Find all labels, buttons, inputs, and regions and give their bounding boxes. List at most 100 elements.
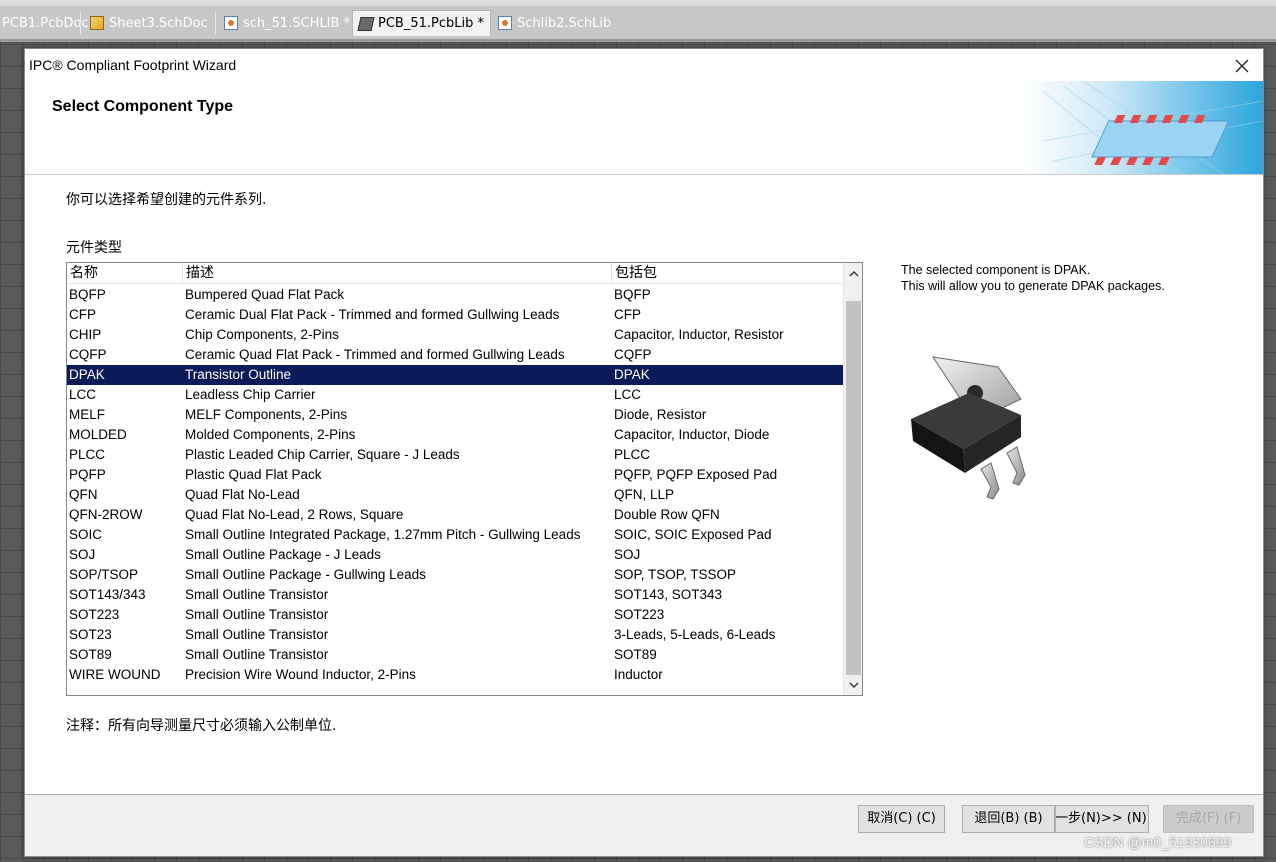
page-title: Select Component Type	[52, 98, 234, 115]
tab-label: Schlib2.SchLib	[517, 15, 612, 31]
list-item-packages: CQFP	[614, 347, 652, 362]
list-item-packages: QFN, LLP	[614, 487, 675, 502]
list-item-description: Small Outline Package - J Leads	[185, 547, 381, 562]
list-item-description: Plastic Leaded Chip Carrier, Square - J …	[185, 447, 460, 462]
list-item[interactable]: QFN-2ROW Quad Flat No-Lead, 2 Rows, Squar…	[67, 505, 843, 525]
list-item[interactable]: SOT89 Small Outline Transistor SOT89	[67, 645, 843, 665]
list-item-description: Bumpered Quad Flat Pack	[185, 287, 345, 302]
list-item[interactable]: SOT143/343 Small Outline Transistor SOT143…	[67, 585, 843, 605]
list-item-description: Small Outline Transistor	[185, 587, 329, 602]
list-item-packages: Capacitor, Inductor, Resistor	[614, 327, 784, 342]
close-button[interactable]	[1231, 55, 1253, 77]
list-header: 名称 描述 包括包	[67, 263, 843, 284]
list-item-name: SOT143/343	[69, 587, 146, 602]
watermark: CSDN @m0_51930699	[1084, 834, 1232, 850]
scroll-down-button[interactable]	[844, 675, 862, 695]
list-item-description: Precision Wire Wound Inductor, 2-Pins	[185, 667, 416, 682]
dialog-footer: 取消(C) (C) 退回(B) (B) 下一步(N)>> (N) 完成(F) (…	[25, 794, 1263, 856]
list-item-packages: Inductor	[614, 667, 663, 682]
schematic-library-icon	[498, 16, 512, 30]
list-item-packages: PQFP, PQFP Exposed Pad	[614, 467, 778, 482]
list-item-description: Small Outline Transistor	[185, 647, 329, 662]
list-item[interactable]: SOJ Small Outline Package - J Leads SOJ	[67, 545, 843, 565]
tab-sch51-schlib[interactable]: sch_51.SCHLIB *	[218, 10, 356, 36]
vertical-scrollbar[interactable]	[843, 263, 862, 695]
list-item-packages: 3-Leads, 5-Leads, 6-Leads	[614, 627, 776, 642]
list-item[interactable]: LCC Leadless Chip Carrier LCC	[67, 385, 843, 405]
list-item-description: Plastic Quad Flat Pack	[185, 467, 322, 482]
finish-button[interactable]: 完成(F) (F)	[1163, 805, 1254, 833]
list-item[interactable]: MELF MELF Components, 2-Pins Diode, Resist…	[67, 405, 843, 425]
tab-strip-top-edge	[0, 0, 1276, 6]
dialog-titlebar[interactable]: IPC® Compliant Footprint Wizard	[25, 49, 1263, 81]
list-item-packages: Capacitor, Inductor, Diode	[614, 427, 770, 442]
list-item-name: DPAK	[69, 367, 105, 382]
list-body: BQFP Bumpered Quad Flat Pack BQFP CFP Cerami…	[67, 285, 843, 685]
list-item[interactable]: PQFP Plastic Quad Flat Pack PQFP, PQFP Exp…	[67, 465, 843, 485]
list-item-description: Small Outline Package - Gullwing Leads	[185, 567, 426, 582]
list-item-name: SOT23	[69, 627, 112, 642]
list-item-description: Ceramic Dual Flat Pack - Trimmed and for…	[185, 307, 560, 322]
column-header-description[interactable]: 描述	[183, 263, 612, 284]
footprint-wizard-dialog: IPC® Compliant Footprint Wizard Select C…	[24, 48, 1264, 857]
list-item-name: MELF	[69, 407, 106, 422]
pcb-library-icon	[357, 16, 375, 31]
list-item[interactable]: QFN Quad Flat No-Lead QFN, LLP	[67, 485, 843, 505]
list-item-packages: CFP	[614, 307, 641, 322]
list-item[interactable]: MOLDED Molded Components, 2-Pins Capacitor…	[67, 425, 843, 445]
list-item-name: PLCC	[69, 447, 106, 462]
list-item-description: Small Outline Transistor	[185, 607, 329, 622]
list-item-packages: SOT143, SOT343	[614, 587, 723, 602]
tab-sheet3-schdoc[interactable]: Sheet3.SchDoc	[84, 10, 214, 36]
component-type-list[interactable]: 名称 描述 包括包 BQFP Bumpered Quad Flat Pack BQF…	[66, 262, 863, 696]
column-header-packages[interactable]: 包括包	[612, 263, 843, 284]
next-button[interactable]: 下一步(N)>> (N)	[1055, 805, 1149, 833]
tab-pcb51-pcblib[interactable]: PCB_51.PcbLib *	[352, 10, 491, 36]
component-description: The selected component is DPAK. This wil…	[901, 262, 1165, 294]
list-item-packages: SOT89	[614, 647, 657, 662]
list-item-name: CFP	[69, 307, 96, 322]
list-item-name: WIRE WOUND	[69, 667, 161, 682]
scrollbar-thumb[interactable]	[846, 301, 861, 675]
list-item[interactable]: BQFP Bumpered Quad Flat Pack BQFP	[67, 285, 843, 305]
list-item-description: Leadless Chip Carrier	[185, 387, 316, 402]
list-item-description: Small Outline Integrated Package, 1.27mm…	[185, 527, 581, 542]
list-item-packages: LCC	[614, 387, 642, 402]
cancel-button[interactable]: 取消(C) (C)	[858, 805, 945, 833]
list-item[interactable]: DPAK Transistor Outline DPAK	[67, 365, 843, 385]
column-header-name[interactable]: 名称	[67, 263, 183, 284]
list-item-name: SOJ	[69, 547, 96, 562]
list-item-packages: SOJ	[614, 547, 641, 562]
list-item[interactable]: CFP Ceramic Dual Flat Pack - Trimmed and …	[67, 305, 843, 325]
list-item-packages: SOT223	[614, 607, 665, 622]
list-item-description: Ceramic Quad Flat Pack - Trimmed and for…	[185, 347, 565, 362]
list-item[interactable]: SOP/TSOP Small Outline Package - Gullwing…	[67, 565, 843, 585]
list-item-description: Small Outline Transistor	[185, 627, 329, 642]
list-item-packages: Double Row QFN	[614, 507, 720, 522]
list-item[interactable]: PLCC Plastic Leaded Chip Carrier, Square …	[67, 445, 843, 465]
list-item[interactable]: SOT223 Small Outline Transistor SOT223	[67, 605, 843, 625]
list-item-name: LCC	[69, 387, 97, 402]
list-item-description: Molded Components, 2-Pins	[185, 427, 356, 442]
list-item-packages: SOP, TSOP, TSSOP	[614, 567, 737, 582]
list-item[interactable]: SOT23 Small Outline Transistor 3-Leads, 5-…	[67, 625, 843, 645]
list-item[interactable]: CQFP Ceramic Quad Flat Pack - Trimmed and…	[67, 345, 843, 365]
scroll-up-button[interactable]	[844, 264, 862, 284]
intro-text: 你可以选择希望创建的元件系列.	[66, 192, 267, 208]
description-line-1: The selected component is DPAK.	[901, 263, 1091, 277]
back-button[interactable]: 退回(B) (B)	[962, 805, 1055, 833]
tab-schlib2-schlib[interactable]: Schlib2.SchLib	[492, 10, 617, 36]
list-item-packages: Diode, Resistor	[614, 407, 707, 422]
list-item-name: SOT89	[69, 647, 112, 662]
schematic-library-icon	[224, 16, 238, 30]
list-item[interactable]: SOIC Small Outline Integrated Package, 1.…	[67, 525, 843, 545]
list-item[interactable]: CHIP Chip Components, 2-Pins Capacitor, In…	[67, 325, 843, 345]
list-item-description: Transistor Outline	[185, 367, 292, 382]
dialog-title: IPC® Compliant Footprint Wizard	[29, 57, 237, 73]
tab-label: PCB1.PcbDoc	[2, 15, 89, 31]
list-item-packages: SOIC, SOIC Exposed Pad	[614, 527, 772, 542]
list-item[interactable]: WIRE WOUND Precision Wire Wound Inductor,…	[67, 665, 843, 685]
list-item-description: MELF Components, 2-Pins	[185, 407, 348, 422]
list-item-name: PQFP	[69, 467, 106, 482]
description-line-2: This will allow you to generate DPAK pac…	[901, 279, 1165, 293]
